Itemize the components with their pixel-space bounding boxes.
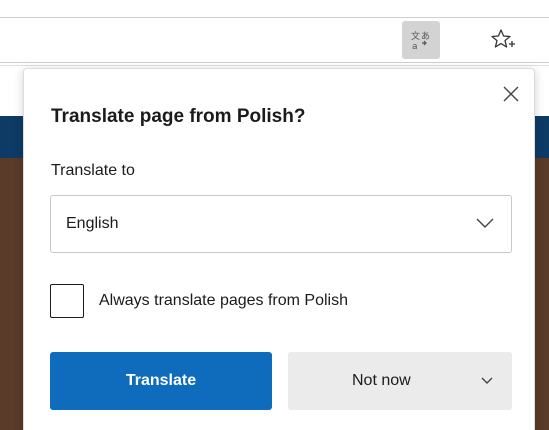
language-select-value: English: [66, 215, 119, 232]
svg-text:文: 文: [411, 30, 420, 42]
always-translate-label[interactable]: Always translate pages from Polish: [99, 292, 348, 310]
translate-submit-button[interactable]: Translate: [50, 352, 272, 410]
always-translate-row[interactable]: Always translate pages from Polish: [50, 284, 348, 318]
always-translate-checkbox[interactable]: [50, 284, 84, 318]
close-button[interactable]: [498, 81, 524, 107]
close-icon: [503, 86, 519, 102]
translate-button[interactable]: 文 あ a: [402, 21, 440, 59]
chevron-down-icon: [481, 377, 493, 384]
not-now-dropdown[interactable]: [477, 371, 497, 391]
flyout-title: Translate page from Polish?: [51, 106, 306, 127]
translate-to-label: Translate to: [51, 162, 135, 179]
star-add-icon: [491, 29, 515, 48]
translate-icon: 文 あ a: [411, 30, 430, 51]
translate-flyout: Translate page from Polish? Translate to…: [23, 68, 535, 430]
add-favorite-button[interactable]: [484, 21, 522, 59]
language-select[interactable]: English: [50, 195, 512, 253]
address-bar[interactable]: [0, 17, 549, 63]
not-now-label: Not now: [352, 372, 411, 389]
svg-text:あ: あ: [421, 31, 430, 42]
chevron-down-icon: [476, 218, 494, 228]
not-now-button[interactable]: Not now: [288, 352, 512, 410]
browser-toolbar: 文 あ a: [0, 0, 549, 66]
svg-text:a: a: [412, 42, 418, 51]
